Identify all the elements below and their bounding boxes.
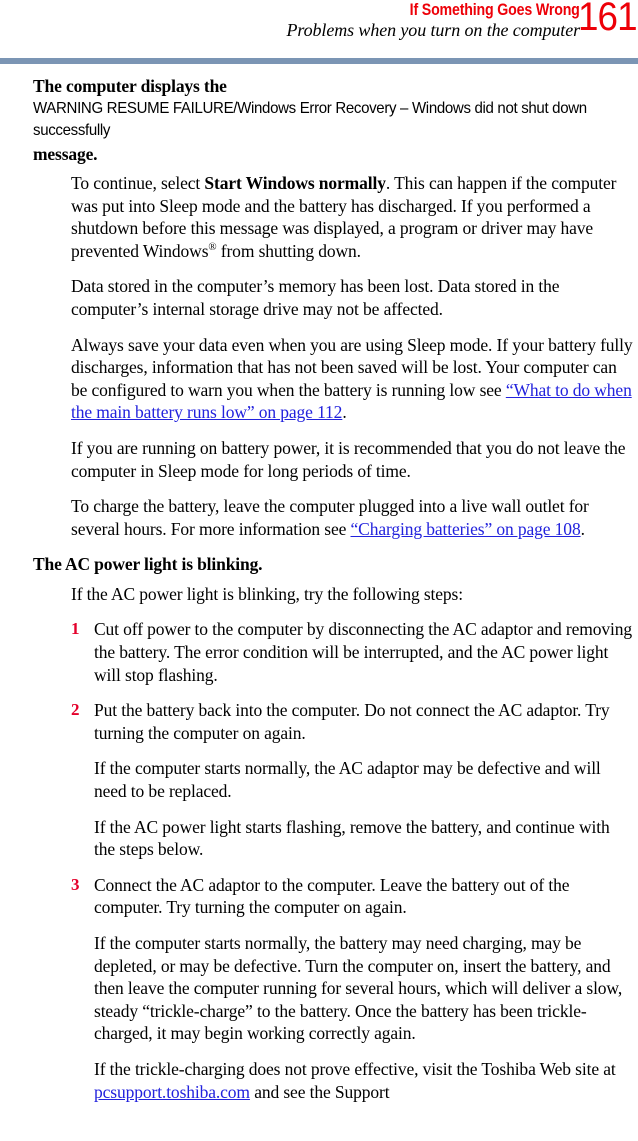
topic-heading-ac-power-light: The AC power light is blinking.	[33, 554, 263, 575]
step-number: 3	[71, 874, 80, 894]
step-text: Put the battery back into the computer. …	[94, 700, 610, 743]
heading-lead-text: The computer displays the	[33, 76, 227, 96]
paragraph-battery-power-sleep: If you are running on battery power, it …	[71, 437, 626, 481]
step-text: Connect the AC adaptor to the computer. …	[94, 874, 570, 918]
registered-trademark-mark: ®	[208, 240, 217, 253]
step-followup-text: If the computer starts normally, the bat…	[94, 932, 623, 1044]
toshiba-support-web-link[interactable]: pcsupport.toshiba.com	[94, 1082, 250, 1102]
header-divider-rule	[0, 58, 638, 64]
page-header: If Something Goes Wrong Problems when yo…	[0, 0, 638, 64]
step-followup-support-link: If the trickle-charging does not prove e…	[0, 1058, 638, 1103]
paragraph-ac-light-intro: If the AC power light is blinking, try t…	[71, 583, 463, 604]
page-content: The computer displays the WARNING RESUME…	[0, 75, 638, 1116]
paragraph-data-stored: Data stored in the computer’s memory has…	[71, 276, 560, 319]
step-followup-text: If the AC power light starts flashing, r…	[94, 816, 610, 860]
para-pre-text: To continue, select	[71, 173, 205, 193]
para-post-text-2: from shutting down.	[216, 240, 361, 261]
para-pre-text: If the trickle-charging does not prove e…	[94, 1058, 616, 1079]
manual-page: If Something Goes Wrong Problems when yo…	[0, 0, 638, 1141]
page-number: 161	[578, 0, 638, 39]
cross-reference-charging-batteries[interactable]: “Charging batteries” on page 108	[351, 519, 581, 539]
numbered-step: 2 Put the battery back into the computer…	[0, 699, 638, 744]
para-post-text: and see the Support	[249, 1081, 390, 1102]
para-post-text: .	[580, 518, 585, 539]
header-chapter-title: If Something Goes Wrong	[409, 1, 580, 19]
header-section-title: Problems when you turn on the computer	[286, 20, 581, 40]
topic-heading-resume-failure: The computer displays the WARNING RESUME…	[0, 75, 638, 165]
numbered-step: 1 Cut off power to the computer by disco…	[0, 618, 638, 686]
heading-ui-message-text: WARNING RESUME FAILURE/Windows Error Rec…	[33, 99, 587, 140]
paragraph-always-save: Always save your data even when you are …	[0, 334, 638, 424]
paragraph-charge-battery: To charge the battery, leave the compute…	[0, 495, 638, 540]
numbered-step: 3 Connect the AC adaptor to the computer…	[0, 874, 638, 919]
step-text: Cut off power to the computer by disconn…	[94, 619, 633, 685]
heading-tail-text: message.	[33, 143, 98, 164]
para-bold-option: Start Windows normally	[204, 173, 386, 193]
step-number: 1	[71, 619, 80, 639]
para-post-text: .	[342, 402, 347, 423]
paragraph-to-continue: To continue, select Start Windows normal…	[0, 172, 638, 262]
step-number: 2	[71, 700, 80, 720]
step-followup-text: If the computer starts normally, the AC …	[94, 758, 601, 801]
